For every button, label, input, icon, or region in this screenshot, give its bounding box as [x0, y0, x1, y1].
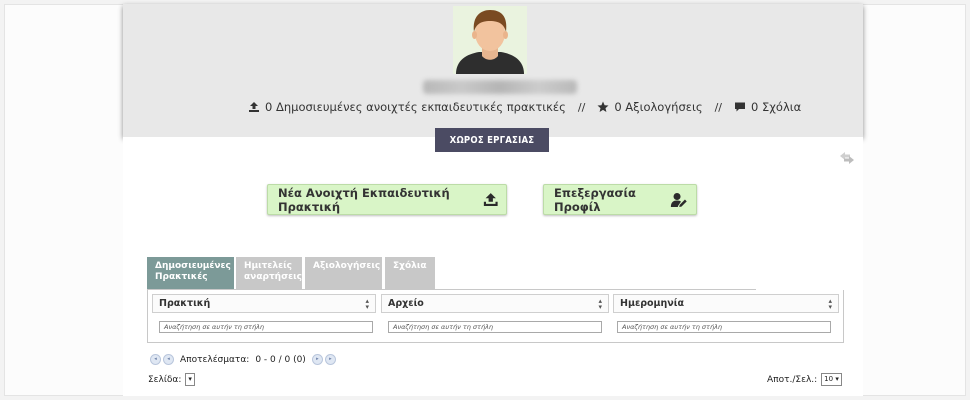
new-practice-button[interactable]: Νέα Ανοιχτή Εκπαιδευτική Πρακτική: [267, 184, 507, 215]
sort-icon: ▴ ▾: [598, 296, 602, 311]
column-header-label: Ημερομηνία: [620, 298, 685, 309]
new-practice-label: Νέα Ανοιχτή Εκπαιδευτική Πρακτική: [278, 185, 450, 214]
practices-count: 0: [265, 100, 273, 114]
star-icon: [597, 101, 609, 112]
column-header-file[interactable]: Αρχείο ▴ ▾: [381, 294, 609, 313]
sort-icon: ▴ ▾: [828, 296, 832, 311]
column-header-practice[interactable]: Πρακτική ▴ ▾: [152, 294, 376, 313]
practices-label: Δημοσιευμένες ανοιχτές εκπαιδευτικές πρα…: [275, 100, 566, 114]
avatar: [453, 6, 527, 74]
prev-page-button[interactable]: ◂: [163, 354, 174, 365]
column-header-label: Πρακτική: [159, 298, 211, 309]
comments-count: 0: [751, 100, 759, 114]
page-label: Σελίδα:: [148, 374, 182, 385]
first-page-button[interactable]: ◂: [150, 354, 161, 365]
upload-icon: [483, 192, 498, 206]
ratings-count: 0: [614, 100, 622, 114]
results-table: Πρακτική ▴ ▾ Αρχείο ▴ ▾ Ημερομηνία ▴ ▾ Αναζ…: [147, 288, 844, 343]
user-edit-icon: [671, 192, 688, 207]
results-label: Αποτελέσματα:: [180, 354, 250, 365]
per-page-selector: Αποτ./Σελ.: 10 ▾: [767, 373, 842, 386]
per-page-value: 10: [824, 375, 834, 383]
tab-ratings[interactable]: Αξιολογήσεις: [305, 257, 382, 289]
ratings-label: Αξιολογήσεις: [625, 100, 703, 114]
tab-published-practices[interactable]: Δημοσιευμένες Πρακτικές: [147, 257, 234, 289]
tab-comments[interactable]: Σχόλια: [385, 257, 435, 289]
username-blurred: [423, 80, 577, 94]
edit-profile-label: Επεξεργασία Προφίλ: [554, 185, 636, 214]
column-header-label: Αρχείο: [388, 298, 424, 309]
sort-icon: ▴ ▾: [365, 296, 369, 311]
stats-separator: //: [577, 100, 586, 114]
edit-profile-button[interactable]: Επεξεργασία Προφίλ: [543, 184, 697, 215]
stats-separator: //: [714, 100, 723, 114]
filter-input-file[interactable]: Αναζήτηση σε αυτήν τη στήλη: [388, 321, 602, 333]
comment-icon: [735, 102, 746, 112]
page-select[interactable]: ▾: [185, 373, 195, 386]
results-value: 0 - 0 / 0 (0): [255, 354, 306, 365]
workspace-tab: ΧΩΡΟΣ ΕΡΓΑΣΙΑΣ: [435, 128, 549, 152]
tab-incomplete-posts[interactable]: Ημιτελείς αναρτήσεις: [236, 257, 302, 289]
profile-stats: 0 Δημοσιευμένες ανοιχτές εκπαιδευτικές π…: [248, 98, 801, 116]
filter-input-date[interactable]: Αναζήτηση σε αυτήν τη στήλη: [617, 321, 831, 333]
upload-icon: [249, 102, 259, 112]
pager: ◂ ◂ Αποτελέσματα: 0 - 0 / 0 (0) ▸ ▸: [150, 354, 338, 365]
comments-label: Σχόλια: [762, 100, 802, 114]
per-page-label: Αποτ./Σελ.:: [767, 374, 818, 385]
column-header-date[interactable]: Ημερομηνία ▴ ▾: [613, 294, 839, 313]
page-selector: Σελίδα: ▾: [148, 373, 195, 386]
per-page-select[interactable]: 10 ▾: [821, 373, 842, 386]
sync-icon[interactable]: [838, 151, 856, 165]
last-page-button[interactable]: ▸: [324, 354, 336, 365]
next-page-button[interactable]: ▸: [311, 354, 323, 365]
filter-input-practice[interactable]: Αναζήτηση σε αυτήν τη στήλη: [159, 321, 373, 333]
